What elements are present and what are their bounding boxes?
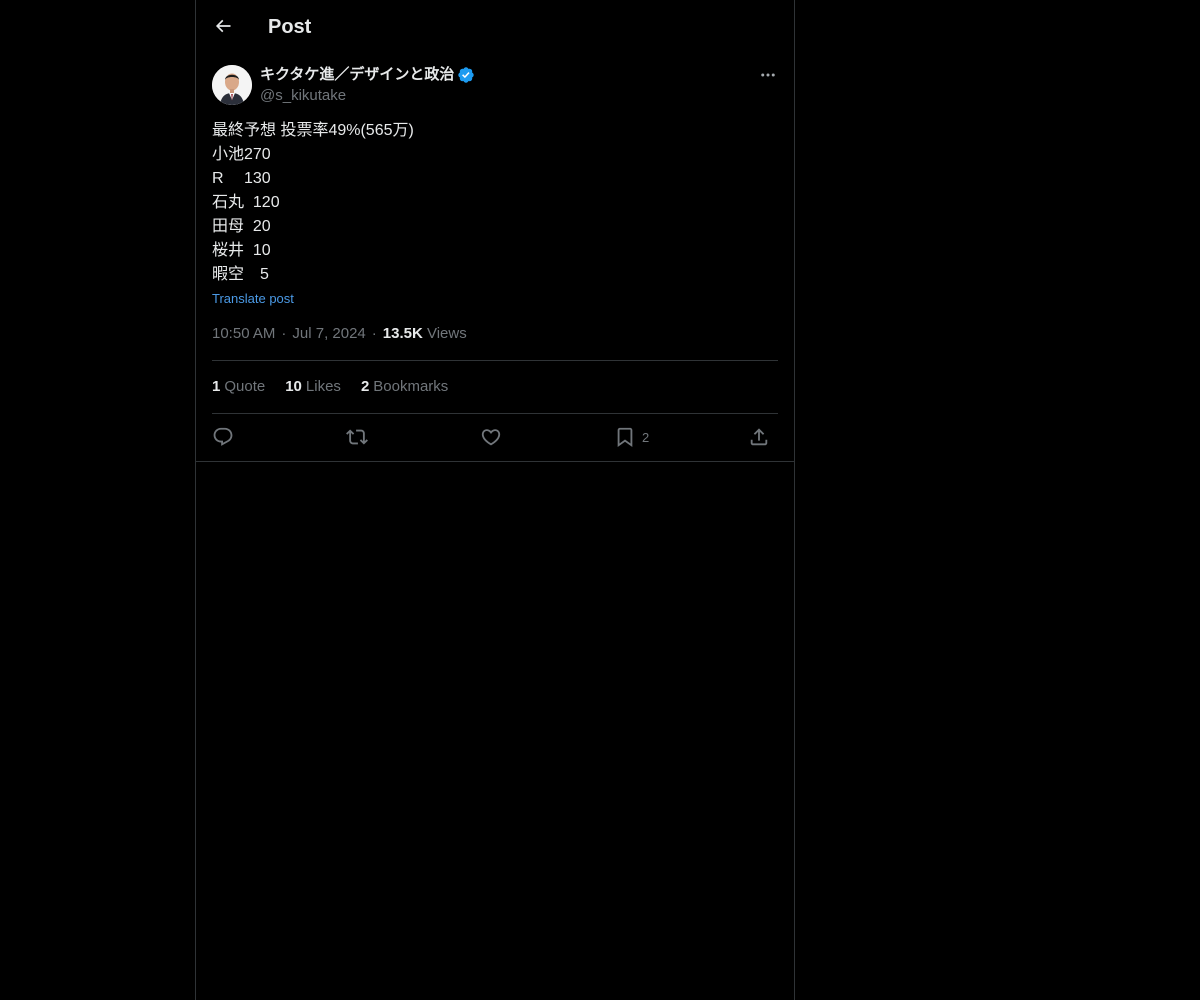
share-button[interactable] — [748, 425, 770, 449]
action-bar: 2 — [212, 425, 778, 449]
post-date[interactable]: Jul 7, 2024 — [292, 325, 365, 342]
bookmark-button[interactable]: 2 — [614, 425, 649, 449]
top-bar: Post — [196, 0, 794, 53]
bookmarks-stat[interactable]: 2 Bookmarks — [361, 377, 448, 397]
quote-label: Quote — [224, 378, 266, 395]
author-handle[interactable]: @s_kikutake — [260, 86, 346, 106]
page-title: Post — [268, 16, 312, 38]
post-line: 桜井 10 — [212, 242, 271, 259]
post-meta: 10:50 AM · Jul 7, 2024 · 13.5K Views — [212, 324, 467, 344]
back-button[interactable] — [212, 15, 234, 37]
engagement-stats: 1 Quote 10 Likes 2 Bookmarks — [212, 377, 468, 397]
bookmark-count: 2 — [642, 429, 650, 445]
avatar-image — [212, 65, 252, 105]
post-time[interactable]: 10:50 AM — [212, 325, 275, 342]
arrow-left-icon — [215, 19, 231, 33]
post-line: 田母 20 — [212, 218, 271, 235]
post-line: 石丸 120 — [212, 194, 280, 211]
post-column: Post キクタケ進／デザインと政治 @s_kikutake 最終予想 投票率4… — [195, 0, 795, 1000]
more-dots-icon — [761, 73, 775, 77]
author-name-row: キクタケ進／デザインと政治 — [260, 65, 475, 85]
divider — [212, 360, 778, 361]
bookmark-icon — [617, 427, 633, 448]
like-button[interactable] — [480, 425, 502, 449]
post-line: R 130 — [212, 170, 271, 187]
reply-icon — [213, 427, 233, 446]
separator-dot: · — [371, 325, 377, 342]
post-line: 暇空 5 — [212, 266, 269, 283]
reply-button[interactable] — [212, 425, 234, 449]
separator-dot: · — [281, 325, 287, 342]
repost-icon — [346, 429, 368, 445]
bookmarks-count: 2 — [360, 378, 370, 395]
more-options-button[interactable] — [758, 65, 778, 85]
likes-count: 10 — [285, 378, 302, 395]
divider — [196, 461, 794, 462]
repost-button[interactable] — [346, 425, 368, 449]
author-display-name[interactable]: キクタケ進／デザインと政治 — [260, 65, 454, 85]
views-count: 13.5K — [382, 325, 423, 342]
likes-stat[interactable]: 10 Likes — [285, 377, 341, 397]
likes-label: Likes — [305, 378, 341, 395]
post-line: 小池270 — [212, 146, 271, 163]
heart-icon — [481, 429, 501, 446]
quote-stat[interactable]: 1 Quote — [212, 377, 265, 397]
post-text: 最終予想 投票率49%(565万) 小池270 R 130 石丸 120 田母 … — [212, 119, 778, 287]
post-line: 最終予想 投票率49%(565万) — [212, 122, 414, 139]
verified-badge-icon — [457, 66, 475, 84]
divider — [212, 413, 778, 414]
avatar[interactable] — [212, 65, 252, 105]
quote-count: 1 — [212, 378, 221, 395]
share-icon — [750, 428, 768, 446]
views-label: Views — [426, 325, 467, 342]
bookmarks-label: Bookmarks — [373, 378, 449, 395]
translate-post-link[interactable]: Translate post — [212, 290, 294, 308]
